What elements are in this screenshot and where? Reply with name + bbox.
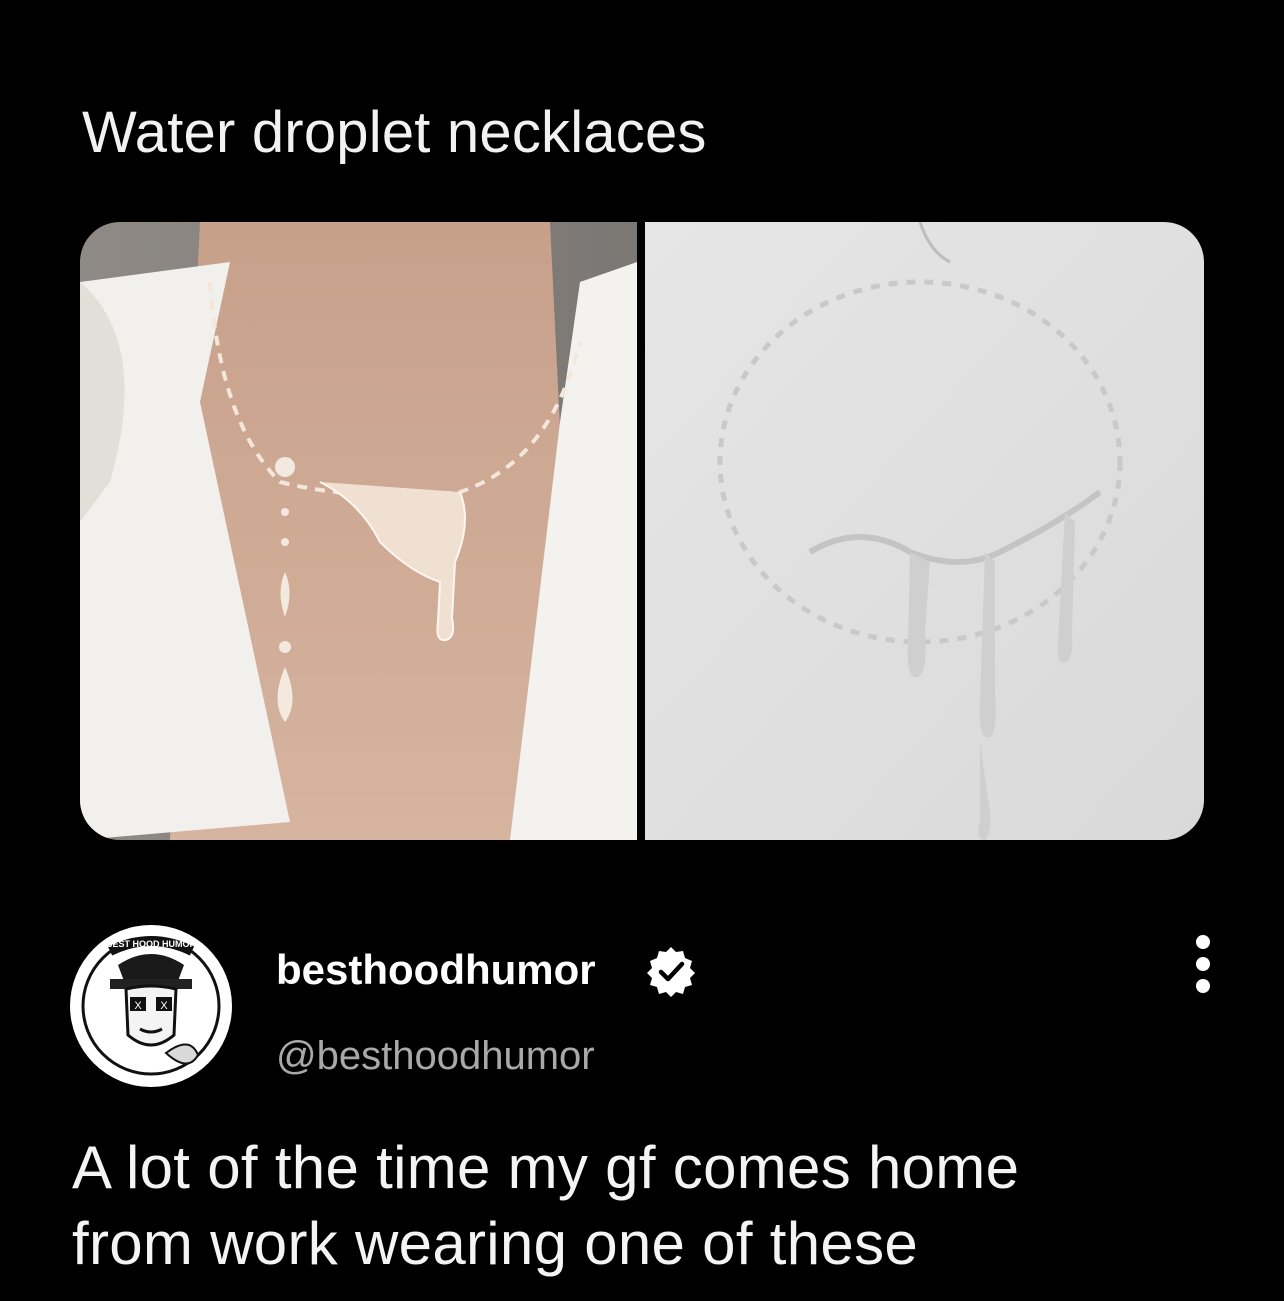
svg-text:X: X xyxy=(134,1000,142,1012)
post-media[interactable] xyxy=(80,222,1204,840)
more-dot xyxy=(1196,935,1210,949)
post-body: A lot of the time my gf comes home from … xyxy=(72,1130,1252,1282)
author-display-name[interactable]: besthoodhumor xyxy=(276,942,596,998)
more-dot xyxy=(1196,957,1210,971)
besthoodhumor-logo: X X BEST HOOD HUMOR xyxy=(71,926,231,1086)
avatar[interactable]: X X BEST HOOD HUMOR xyxy=(70,925,232,1087)
more-dot xyxy=(1196,979,1210,993)
avatar-logo-text: BEST HOOD HUMOR xyxy=(106,939,197,949)
post-title: Water droplet necklaces xyxy=(82,100,707,165)
post-body-line: from work wearing one of these xyxy=(72,1210,919,1277)
media-divider xyxy=(637,222,645,840)
verified-badge-icon xyxy=(645,945,697,997)
svg-text:X: X xyxy=(160,1000,168,1012)
author-handle[interactable]: @besthoodhumor xyxy=(276,1028,595,1084)
more-options-icon[interactable] xyxy=(1188,935,1218,993)
post-body-line: A lot of the time my gf comes home xyxy=(72,1134,1020,1201)
